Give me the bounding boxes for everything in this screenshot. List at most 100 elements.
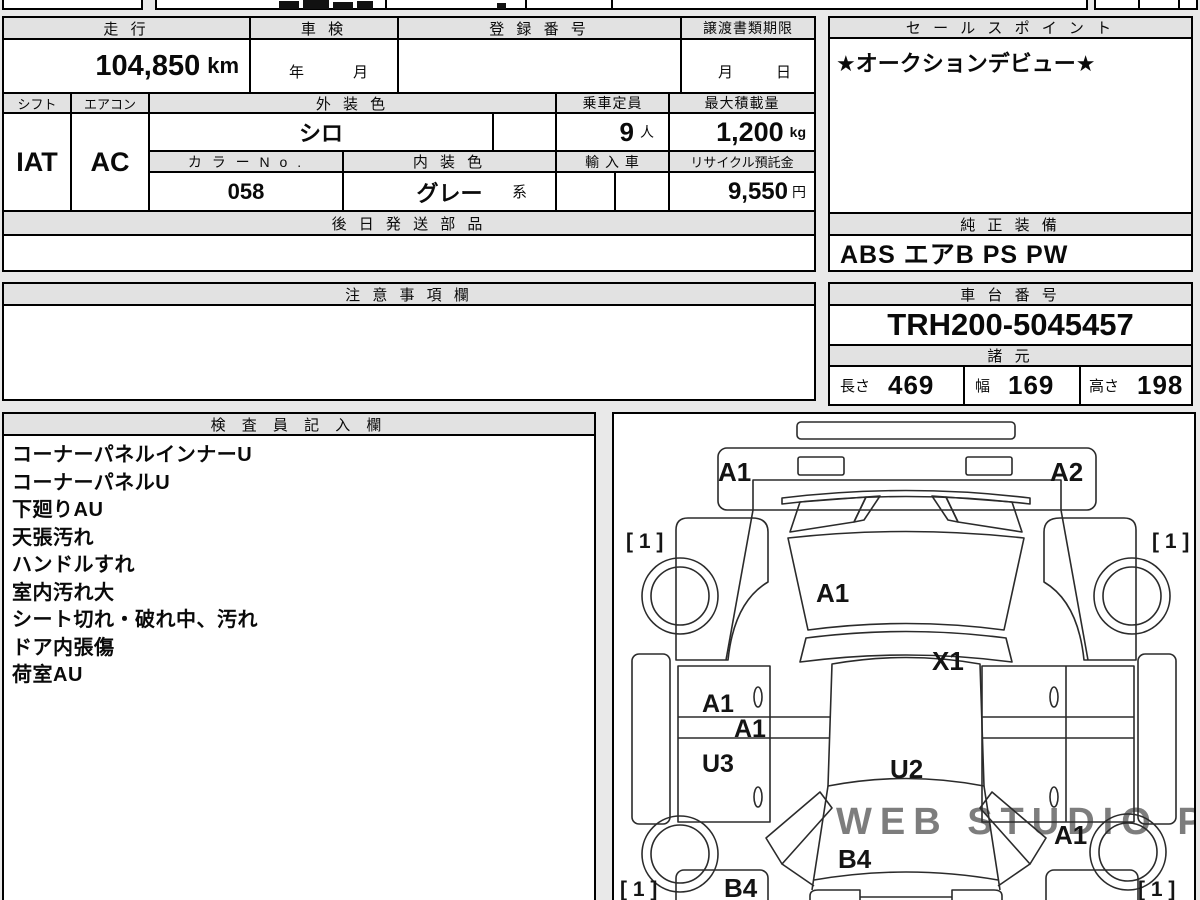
shaken-year-label: 年 — [289, 64, 305, 81]
interior-color-value: グレー — [416, 180, 483, 206]
shift-value: IAT — [16, 146, 58, 177]
spec-width-label: 幅 — [975, 378, 991, 395]
inspector-body: コーナーパネルインナーU コーナーパネルU 下廻りAU 天張汚れ ハンドルすれ … — [2, 434, 596, 900]
payload-value-cell: 1,200 kg — [668, 112, 816, 152]
color-no-header: カ ラ ー N o . — [148, 150, 344, 173]
mark-cowl: X1 — [932, 646, 964, 676]
transfer-month-label: 月 — [718, 64, 734, 81]
spec-height-cell: 高さ 198 — [1079, 365, 1193, 406]
spec-width-value: 169 — [1008, 370, 1055, 400]
spec-height-label: 高さ — [1089, 378, 1120, 395]
exterior-color-sub-cell — [492, 112, 557, 152]
front-top-strip — [796, 421, 1016, 440]
payload-header: 最大積載量 — [668, 92, 816, 114]
interior-color-value-cell: グレー 系 — [342, 171, 557, 212]
exterior-color-header: 外 装 色 — [148, 92, 557, 114]
inspector-item: コーナーパネルインナーU — [12, 444, 253, 466]
import-header: 輸 入 車 — [555, 150, 670, 173]
cropped-row-cell — [525, 0, 613, 10]
shaken-cell: 年 月 — [249, 38, 399, 94]
import-cell-2 — [614, 171, 670, 212]
cropped-row-cell — [1094, 0, 1140, 10]
rear-right-quarter — [1045, 869, 1139, 900]
cropped-row-cell — [611, 0, 1088, 10]
front-right-wheel — [1093, 557, 1171, 635]
notes-body — [2, 304, 816, 401]
sales-point-header: セ ー ル ス ポ イ ン ト — [828, 16, 1193, 39]
later-shipping-header: 後 日 発 送 部 品 — [2, 210, 816, 236]
tire-mark-front-left: [ 1 ] — [626, 530, 663, 553]
mileage-value: 104,850 — [95, 49, 201, 82]
cropped-text-remnant — [279, 1, 299, 9]
inspector-item: 天張汚れ — [12, 526, 94, 549]
registration-header: 登 録 番 号 — [397, 16, 682, 40]
payload-value: 1,200 — [716, 116, 784, 147]
cropped-text-remnant — [357, 1, 373, 9]
notes-header: 注 意 事 項 欄 — [2, 282, 816, 306]
spec-width-cell: 幅 169 — [963, 365, 1081, 406]
recycle-header: リサイクル預託金 — [668, 150, 816, 173]
spec-length-value: 469 — [888, 370, 935, 400]
left-rocker — [631, 653, 671, 825]
tire-mark-rear-right: [ 1 ] — [1138, 878, 1175, 900]
cropped-text-remnant — [497, 3, 506, 9]
recycle-value: 9,550 — [727, 177, 788, 205]
vehicle-diagram-box: WEB STUDIO PRO — [612, 412, 1200, 900]
transfer-day-label: 日 — [776, 64, 792, 81]
inspector-item: 荷室AU — [12, 664, 83, 686]
mark-roof: U2 — [890, 754, 923, 784]
capacity-header: 乗車定員 — [555, 92, 670, 114]
front-left-fender — [675, 517, 769, 661]
capacity-value-cell: 9 人 — [555, 112, 670, 152]
color-no-value: 058 — [227, 178, 265, 204]
spec-height-value: 198 — [1137, 370, 1184, 400]
capacity-value: 9 — [619, 116, 634, 147]
mark-front-left: A1 — [718, 457, 751, 487]
shaken-month-label: 月 — [353, 64, 369, 81]
interior-color-header: 内 装 色 — [342, 150, 557, 173]
specs-header: 諸 元 — [828, 344, 1193, 367]
exterior-color-value-cell: シロ — [148, 112, 494, 152]
cropped-text-remnant — [303, 0, 329, 9]
transfer-deadline-header: 譲渡書類期限 — [680, 16, 816, 40]
mark-left-door-mid: A1 — [734, 715, 766, 743]
exterior-color-value: シロ — [298, 121, 343, 146]
inspector-header: 検 査 員 記 入 欄 — [2, 412, 596, 436]
front-right-fender — [1043, 517, 1137, 661]
mileage-unit: km — [207, 53, 239, 78]
front-panel — [717, 447, 1097, 511]
transfer-deadline-cell: 月 日 — [680, 38, 816, 94]
cropped-row-cell — [2, 0, 143, 10]
recycle-unit: 円 — [792, 183, 806, 200]
interior-color-suffix: 系 — [511, 184, 527, 201]
inspector-item: 室内汚れ大 — [12, 581, 115, 604]
genuine-equipment-value: ABS エアB PS PW — [840, 241, 1069, 269]
cropped-row-cell — [1178, 0, 1198, 10]
sales-point-value-cell: ★オークションデビュー★ — [828, 37, 1193, 214]
mark-left-door-lower: U3 — [702, 750, 734, 778]
spec-length-label: 長さ — [840, 378, 871, 395]
later-shipping-value-cell — [2, 234, 816, 272]
genuine-equipment-value-cell: ABS エアB PS PW — [828, 234, 1193, 272]
payload-unit: kg — [789, 124, 806, 140]
registration-cell — [397, 38, 682, 94]
aircon-header: エアコン — [70, 92, 150, 114]
inspector-item: シート切れ・破れ中、汚れ — [12, 609, 258, 631]
cropped-row-cell — [1138, 0, 1180, 10]
aircon-value-cell: AC — [70, 112, 150, 212]
mark-left-door-upper: A1 — [702, 690, 734, 718]
right-rocker — [1137, 653, 1177, 825]
chassis-no-header: 車 台 番 号 — [828, 282, 1193, 306]
mileage-cell: 104,850 km — [2, 38, 251, 94]
mark-rear-center: B4 — [838, 844, 872, 874]
color-no-value-cell: 058 — [148, 171, 344, 212]
aircon-value: AC — [90, 146, 130, 177]
chassis-no-value: TRH200-5045457 — [887, 307, 1134, 342]
spec-length-cell: 長さ 469 — [828, 365, 965, 406]
inspector-item: 下廻りAU — [12, 499, 104, 521]
inspector-item: ドア内張傷 — [12, 636, 115, 659]
tire-mark-rear-left: [ 1 ] — [620, 878, 657, 900]
shift-header: シフト — [2, 92, 72, 114]
recycle-value-cell: 9,550 円 — [668, 171, 816, 212]
genuine-equipment-header: 純 正 装 備 — [828, 212, 1193, 236]
